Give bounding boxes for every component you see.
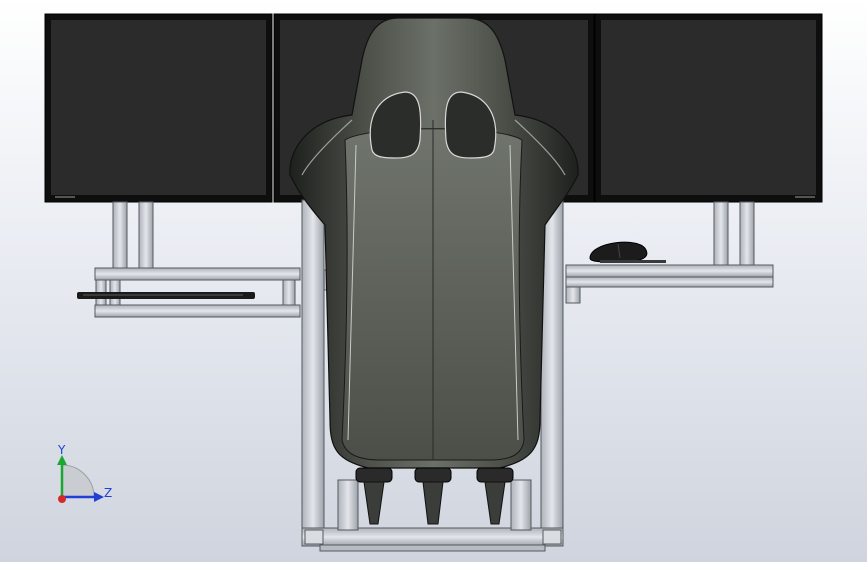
- cad-viewport[interactable]: Y Z: [0, 0, 867, 562]
- triad-icon: Y Z: [57, 443, 112, 503]
- cad-scene: Y Z: [44, 13, 823, 552]
- mouse-tray-right: [565, 264, 774, 304]
- triad-label-y: Y: [57, 443, 66, 457]
- monitor-stand-right: [713, 201, 755, 271]
- keyboard-icon: [77, 292, 255, 299]
- monitor-stand-left: [112, 201, 154, 271]
- monitor-left[interactable]: [44, 13, 273, 203]
- seat-mounts: [355, 467, 514, 525]
- mouse-icon: [589, 241, 666, 263]
- triad-label-z: Z: [104, 486, 112, 500]
- monitor-right[interactable]: [594, 13, 823, 203]
